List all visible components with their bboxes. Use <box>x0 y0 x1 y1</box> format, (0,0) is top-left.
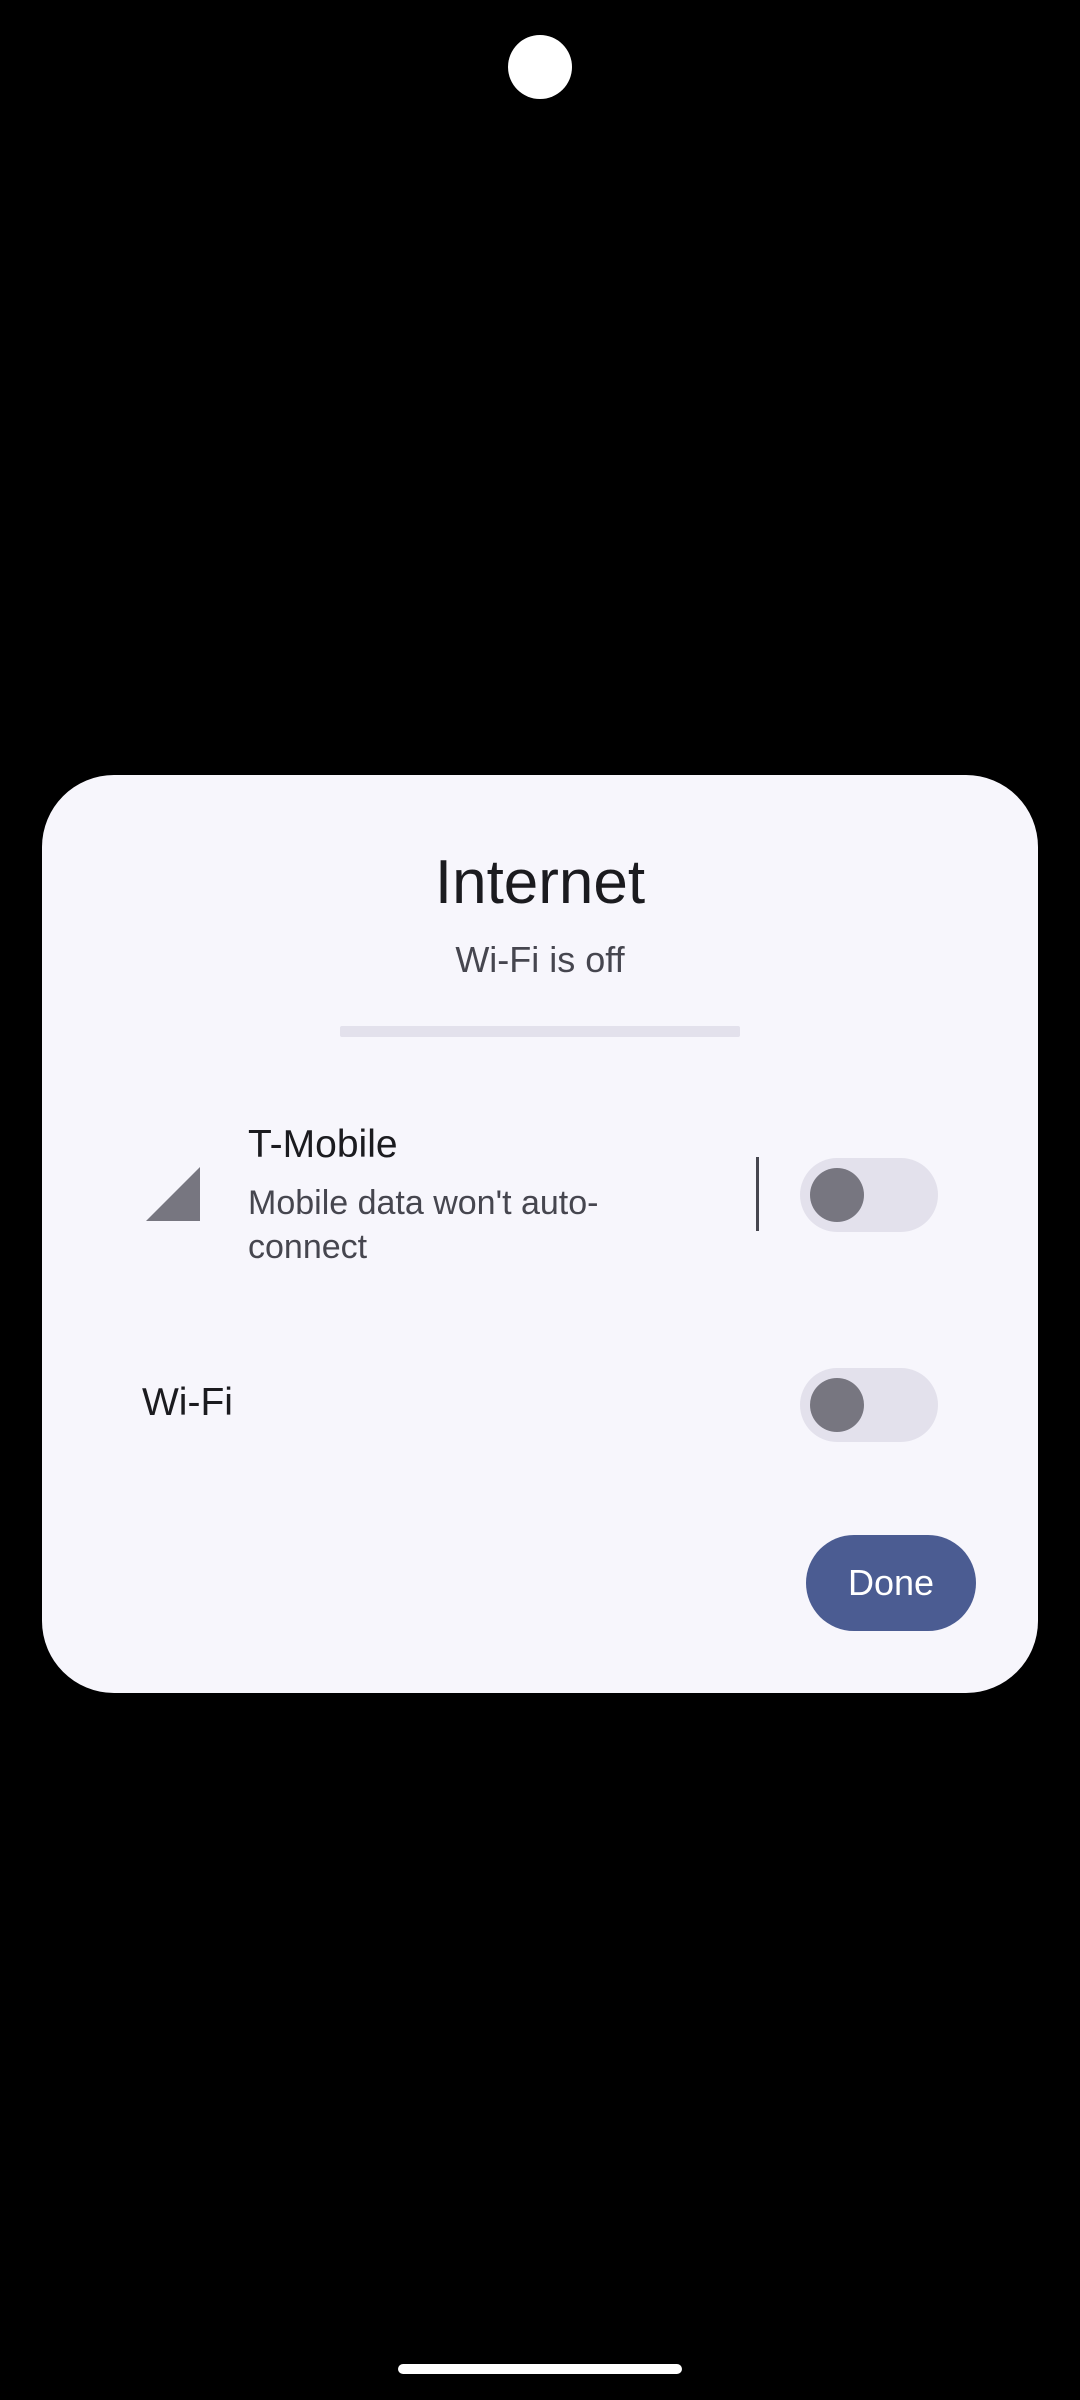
carrier-name[interactable]: T-Mobile <box>248 1123 398 1167</box>
mobile-data-toggle-thumb <box>810 1168 864 1222</box>
internet-dialog: Internet Wi-Fi is off T-Mobile Mobile da… <box>42 775 1038 1693</box>
screen: Internet Wi-Fi is off T-Mobile Mobile da… <box>0 0 1080 2400</box>
carrier-divider <box>756 1157 759 1231</box>
wifi-toggle[interactable] <box>800 1368 938 1442</box>
dialog-subtitle: Wi-Fi is off <box>455 939 625 980</box>
wifi-label: Wi-Fi <box>142 1381 233 1424</box>
camera-cutout <box>508 35 572 99</box>
carrier-summary: Mobile data won't auto-connect <box>248 1184 599 1266</box>
mobile-data-toggle[interactable] <box>800 1158 938 1232</box>
done-button[interactable]: Done <box>806 1535 976 1631</box>
dialog-title: Internet <box>434 848 646 917</box>
home-indicator[interactable] <box>398 2364 682 2374</box>
scan-progress-track <box>340 1026 740 1037</box>
cell-signal-icon <box>146 1167 200 1221</box>
wifi-toggle-thumb <box>810 1378 864 1432</box>
